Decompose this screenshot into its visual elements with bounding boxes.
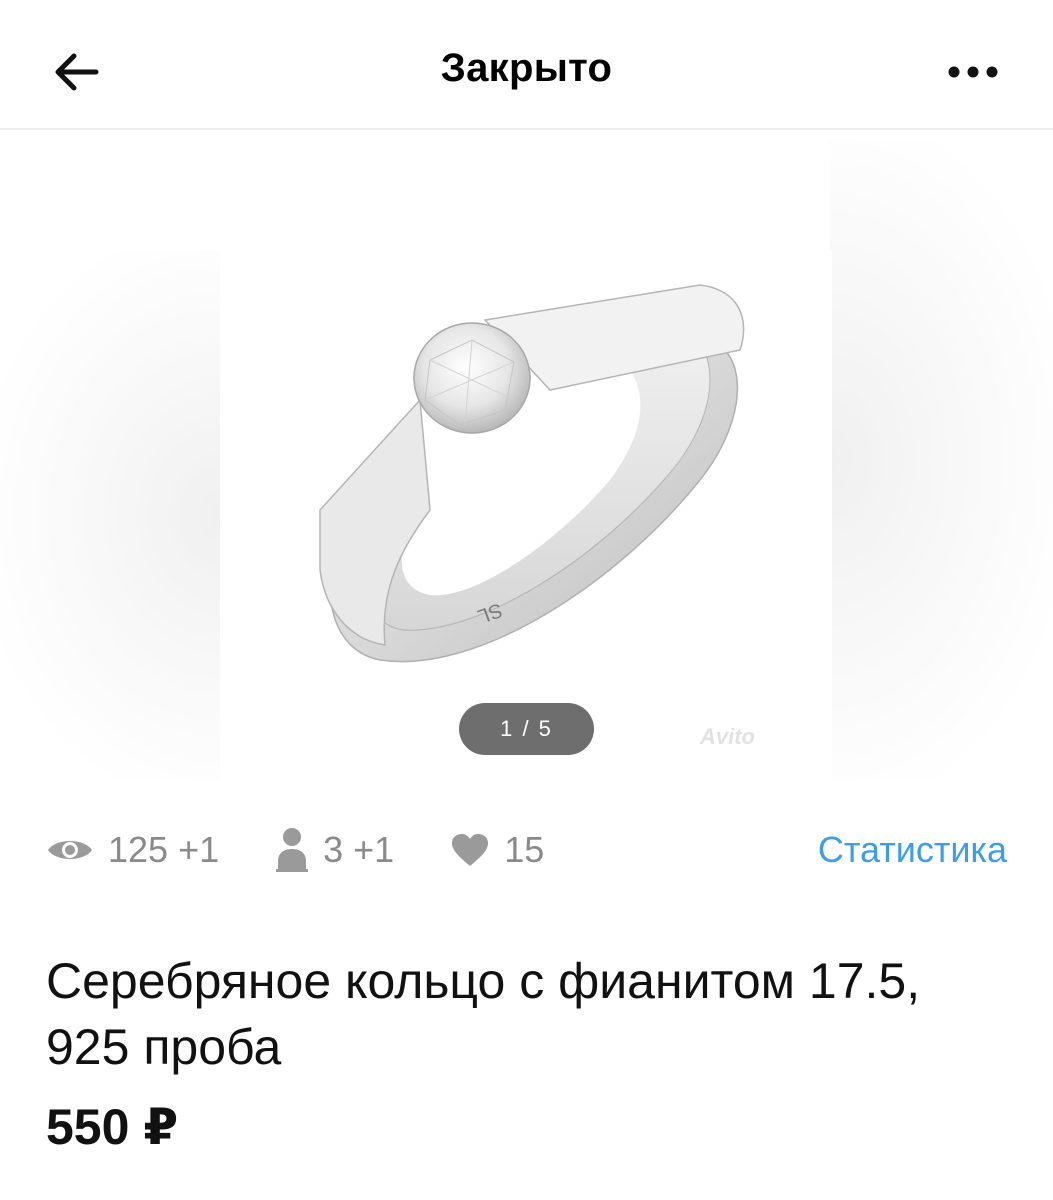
top-bar: Закрыто — [0, 0, 1053, 130]
listing-price: 550 ₽ — [46, 1099, 179, 1155]
listing-photo[interactable]: SL — [220, 250, 832, 780]
more-button[interactable] — [943, 52, 1003, 92]
person-icon — [276, 828, 309, 872]
more-horizontal-icon — [948, 66, 998, 78]
heart-icon — [452, 834, 489, 866]
avito-watermark: Avito — [700, 724, 755, 749]
favorites-count: 15 — [504, 829, 545, 870]
listing-title: Серебряное кольцо с фианитом 17.5, 925 п… — [46, 953, 921, 1075]
listing-stats: 125 +1 3 +1 15 Статистика — [46, 820, 1007, 880]
statistics-link[interactable]: Статистика — [818, 829, 1007, 871]
contacts-count: 3 +1 — [323, 829, 395, 870]
gallery-side-shade-right — [830, 140, 1053, 780]
page-title: Закрыто — [440, 46, 613, 90]
eye-icon — [48, 841, 92, 859]
photo-counter: 1 / 5 — [459, 703, 594, 755]
ring-image: SL — [319, 284, 745, 663]
views-stat: 125 +1 — [46, 829, 219, 871]
views-count: 125 +1 — [108, 829, 220, 870]
favorites-stat: 15 — [450, 829, 544, 871]
contacts-stat: 3 +1 — [275, 827, 394, 873]
gallery-side-shade-left — [0, 250, 220, 780]
